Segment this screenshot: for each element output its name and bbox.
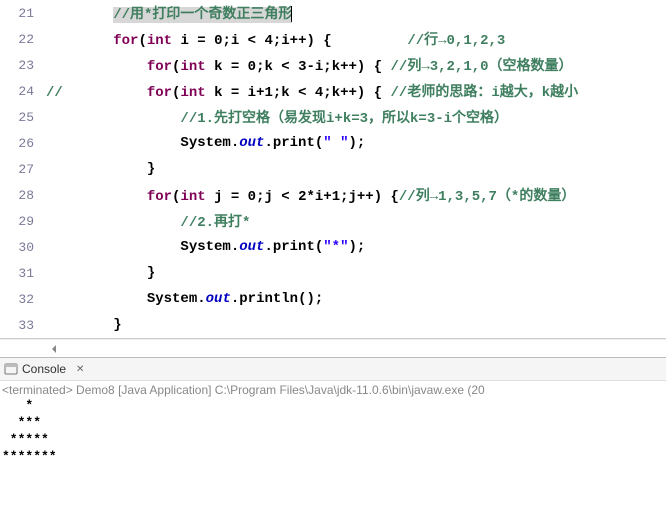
code-line[interactable]: 24// for(int k = i+1;k < 4;k++) { //老师的思…: [0, 78, 666, 104]
code-content[interactable]: // for(int k = i+1;k < 4;k++) { //老师的思路：…: [46, 81, 578, 101]
code-line[interactable]: 21 //用*打印一个奇数正三角形: [0, 0, 666, 26]
line-number: 21: [0, 6, 46, 21]
console-output-line: ***: [2, 414, 664, 431]
console-output-line: *: [2, 397, 664, 414]
console-output[interactable]: <terminated> Demo8 [Java Application] C:…: [0, 381, 666, 521]
code-line[interactable]: 27 }: [0, 156, 666, 182]
line-number: 31: [0, 266, 46, 281]
code-line[interactable]: 31 }: [0, 260, 666, 286]
horizontal-scrollbar[interactable]: [0, 339, 666, 357]
line-number: 22: [0, 32, 46, 47]
text-cursor: [291, 6, 292, 22]
code-line[interactable]: 32 System.out.println();: [0, 286, 666, 312]
line-number: 28: [0, 188, 46, 203]
line-number: 26: [0, 136, 46, 151]
console-output-line: *******: [2, 448, 664, 465]
line-number: 29: [0, 214, 46, 229]
code-content[interactable]: }: [46, 317, 122, 333]
code-line[interactable]: 26 System.out.print(" ");: [0, 130, 666, 156]
code-content[interactable]: //1.先打空格（易发现i+k=3，所以k=3-i个空格）: [46, 107, 508, 127]
code-line[interactable]: 25 //1.先打空格（易发现i+k=3，所以k=3-i个空格）: [0, 104, 666, 130]
line-number: 25: [0, 110, 46, 125]
line-number: 30: [0, 240, 46, 255]
terminated-status-line: <terminated> Demo8 [Java Application] C:…: [2, 383, 664, 397]
line-number: 32: [0, 292, 46, 307]
scroll-left-arrow[interactable]: [46, 342, 64, 356]
close-icon[interactable]: ✕: [76, 364, 84, 375]
code-content[interactable]: System.out.print("*");: [46, 239, 365, 255]
console-output-line: *****: [2, 431, 664, 448]
code-line[interactable]: 33 }: [0, 312, 666, 338]
code-content[interactable]: //用*打印一个奇数正三角形: [46, 3, 292, 23]
code-content[interactable]: }: [46, 265, 155, 281]
code-content[interactable]: for(int i = 0;i < 4;i++) { //行→0,1,2,3: [46, 29, 505, 49]
console-tab-label[interactable]: Console: [22, 362, 66, 376]
console-icon: [4, 362, 18, 376]
code-content[interactable]: //2.再打*: [46, 211, 250, 231]
code-editor[interactable]: 21 //用*打印一个奇数正三角形22 for(int i = 0;i < 4;…: [0, 0, 666, 339]
line-number: 23: [0, 58, 46, 73]
code-content[interactable]: for(int k = 0;k < 3-i;k++) { //列→3,2,1,0…: [46, 55, 573, 75]
console-tab-bar: Console ✕: [0, 357, 666, 381]
code-content[interactable]: System.out.print(" ");: [46, 135, 365, 151]
line-number: 27: [0, 162, 46, 177]
code-line[interactable]: 29 //2.再打*: [0, 208, 666, 234]
code-line[interactable]: 22 for(int i = 0;i < 4;i++) { //行→0,1,2,…: [0, 26, 666, 52]
line-number: 24: [0, 84, 46, 99]
code-line[interactable]: 28 for(int j = 0;j < 2*i+1;j++) {//列→1,3…: [0, 182, 666, 208]
code-content[interactable]: }: [46, 161, 155, 177]
code-line[interactable]: 23 for(int k = 0;k < 3-i;k++) { //列→3,2,…: [0, 52, 666, 78]
code-content[interactable]: for(int j = 0;j < 2*i+1;j++) {//列→1,3,5,…: [46, 185, 575, 205]
code-content[interactable]: System.out.println();: [46, 291, 323, 307]
code-line[interactable]: 30 System.out.print("*");: [0, 234, 666, 260]
line-number: 33: [0, 318, 46, 333]
